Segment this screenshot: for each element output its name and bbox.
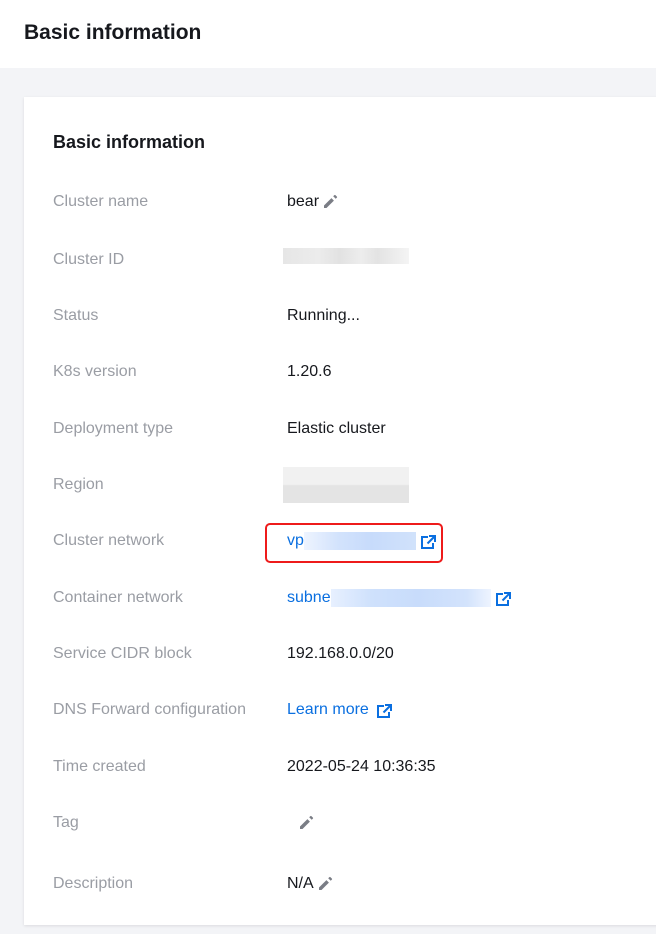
status-label: Status (53, 307, 99, 324)
tag-value (295, 815, 314, 831)
service-cidr-label: Service CIDR block (53, 645, 192, 662)
row-status: Status Running... (53, 304, 653, 328)
deployment-type-value: Elastic cluster (287, 420, 386, 437)
learn-more-link[interactable]: Learn more (287, 698, 369, 722)
region-label: Region (53, 476, 104, 493)
time-created-label: Time created (53, 758, 146, 775)
cluster-name-value: bear (287, 193, 320, 210)
container-network-link[interactable]: subne (287, 586, 331, 610)
status-value: Running... (287, 307, 360, 324)
tag-label: Tag (53, 814, 79, 831)
edit-description-pencil-icon[interactable] (317, 876, 333, 892)
redacted-region (283, 467, 409, 503)
deployment-type-label: Deployment type (53, 420, 174, 437)
row-tag: Tag (53, 811, 653, 835)
container-network-label: Container network (53, 589, 183, 606)
edit-cluster-name-pencil-icon[interactable] (322, 194, 338, 210)
description-label: Description (53, 875, 134, 892)
redacted-cluster-id (283, 248, 409, 264)
annotation-highlight-box (265, 523, 443, 563)
edit-tag-pencil-icon[interactable] (298, 815, 314, 831)
service-cidr-value: 192.168.0.0/20 (287, 645, 394, 662)
row-region: Region (53, 467, 653, 503)
dns-forward-label: DNS Forward configuration (53, 701, 246, 718)
cluster-name-value-wrap: bear (287, 190, 338, 214)
learn-more-external-link-icon[interactable] (376, 703, 392, 718)
description-value: N/A (287, 875, 314, 892)
card-title: Basic information (53, 132, 206, 152)
page-title: Basic information (24, 21, 202, 44)
container-network-external-link-icon[interactable] (495, 591, 511, 606)
cluster-name-label: Cluster name (53, 193, 149, 210)
k8s-version-label: K8s version (53, 363, 137, 380)
description-value-wrap: N/A (287, 872, 333, 896)
row-dns-forward: DNS Forward configuration Learn more (53, 698, 653, 722)
row-cluster-id: Cluster ID (53, 248, 653, 272)
k8s-version-value: 1.20.6 (287, 363, 332, 380)
row-service-cidr: Service CIDR block 192.168.0.0/20 (53, 642, 653, 666)
basic-info-card: Basic information Cluster name bear Clus… (24, 97, 656, 925)
page-header: Basic information (0, 0, 656, 68)
cluster-network-label: Cluster network (53, 532, 165, 549)
row-k8s-version: K8s version 1.20.6 (53, 360, 653, 384)
row-cluster-name: Cluster name bear (53, 190, 653, 214)
cluster-id-value (283, 248, 409, 264)
row-deployment-type: Deployment type Elastic cluster (53, 417, 653, 441)
row-description: Description N/A (53, 872, 653, 896)
dns-forward-value: Learn more (287, 698, 392, 722)
redacted-container-network (330, 589, 491, 607)
time-created-value: 2022-05-24 10:36:35 (287, 758, 436, 775)
row-time-created: Time created 2022-05-24 10:36:35 (53, 755, 653, 779)
region-value (283, 467, 409, 503)
cluster-id-label: Cluster ID (53, 251, 125, 268)
row-container-network: Container network subne (53, 586, 653, 610)
container-network-value: subne (287, 586, 511, 610)
